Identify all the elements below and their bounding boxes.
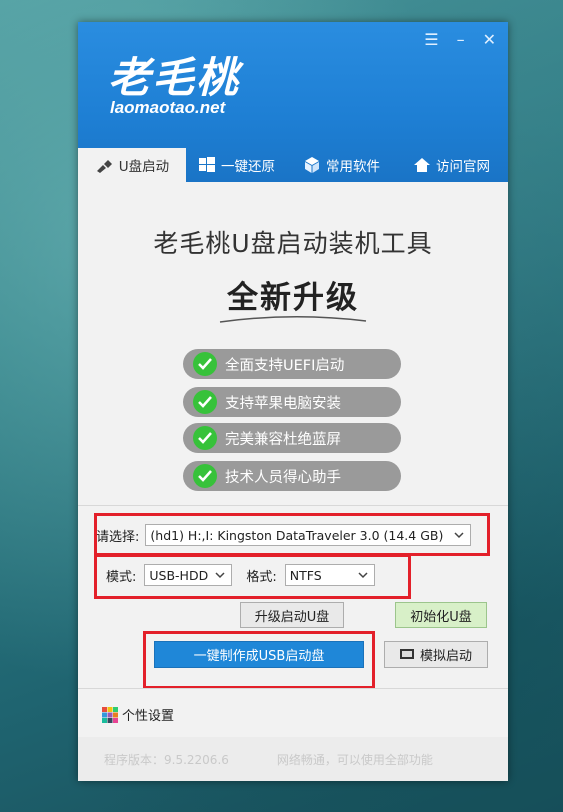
feature-item: 技术人员得心助手	[183, 461, 401, 491]
check-icon	[193, 426, 217, 450]
version-text: 程序版本：9.5.2206.6	[104, 752, 229, 767]
window-controls: ☰ – ✕	[424, 30, 496, 49]
cube-icon	[305, 157, 319, 173]
divider	[78, 505, 508, 506]
highlight-box-mode	[94, 554, 411, 599]
app-window: ☰ – ✕ 老毛桃 laomaotao.net U盘启动 一键还原 常用软件 访…	[78, 22, 508, 781]
network-status: 网络畅通，可以使用全部功能	[276, 752, 433, 767]
logo-url: laomaotao.net	[110, 98, 226, 117]
check-icon	[193, 390, 217, 414]
tab-label: 访问官网	[436, 159, 490, 175]
init-usb-button[interactable]: 初始化U盘	[395, 602, 487, 628]
settings-label: 个性设置	[122, 709, 175, 724]
tab-label: 一键还原	[221, 159, 275, 175]
windows-icon	[199, 157, 215, 172]
highlight-box-device	[94, 513, 490, 556]
logo-text: 老毛桃	[108, 53, 241, 102]
tab-website[interactable]: 访问官网	[396, 148, 508, 182]
highlight-box-make	[143, 631, 375, 689]
menu-icon[interactable]: ☰	[424, 30, 438, 49]
swoosh-decoration	[219, 315, 367, 323]
divider	[78, 688, 508, 689]
minimize-icon[interactable]: –	[457, 30, 465, 49]
tab-bar: U盘启动 一键还原 常用软件 访问官网	[78, 148, 508, 182]
palette-icon	[102, 706, 118, 723]
status-bar: 程序版本：9.5.2206.6 网络畅通，可以使用全部功能	[78, 737, 508, 781]
usb-icon	[96, 160, 112, 173]
feature-item: 完美兼容杜绝蓝屏	[183, 423, 401, 453]
feature-item: 全面支持UEFI启动	[183, 349, 401, 379]
feature-item: 支持苹果电脑安装	[183, 387, 401, 417]
page-title: 老毛桃U盘启动装机工具	[153, 229, 433, 258]
close-icon[interactable]: ✕	[483, 30, 496, 49]
tab-software[interactable]: 常用软件	[288, 148, 396, 182]
check-icon	[193, 464, 217, 488]
simulate-boot-button[interactable]: 模拟启动	[384, 641, 488, 668]
header: ☰ – ✕ 老毛桃 laomaotao.net U盘启动 一键还原 常用软件 访…	[78, 22, 508, 182]
upgrade-usb-button[interactable]: 升级启动U盘	[240, 602, 344, 628]
monitor-icon	[399, 648, 414, 659]
tab-label: U盘启动	[118, 159, 170, 175]
tab-usb-boot[interactable]: U盘启动	[78, 148, 186, 182]
home-icon	[414, 158, 430, 172]
tab-label: 常用软件	[326, 159, 380, 175]
settings-link[interactable]: 个性设置	[102, 705, 174, 724]
check-icon	[193, 352, 217, 376]
page-subtitle: 全新升级	[227, 280, 359, 316]
tab-restore[interactable]: 一键还原	[186, 148, 288, 182]
